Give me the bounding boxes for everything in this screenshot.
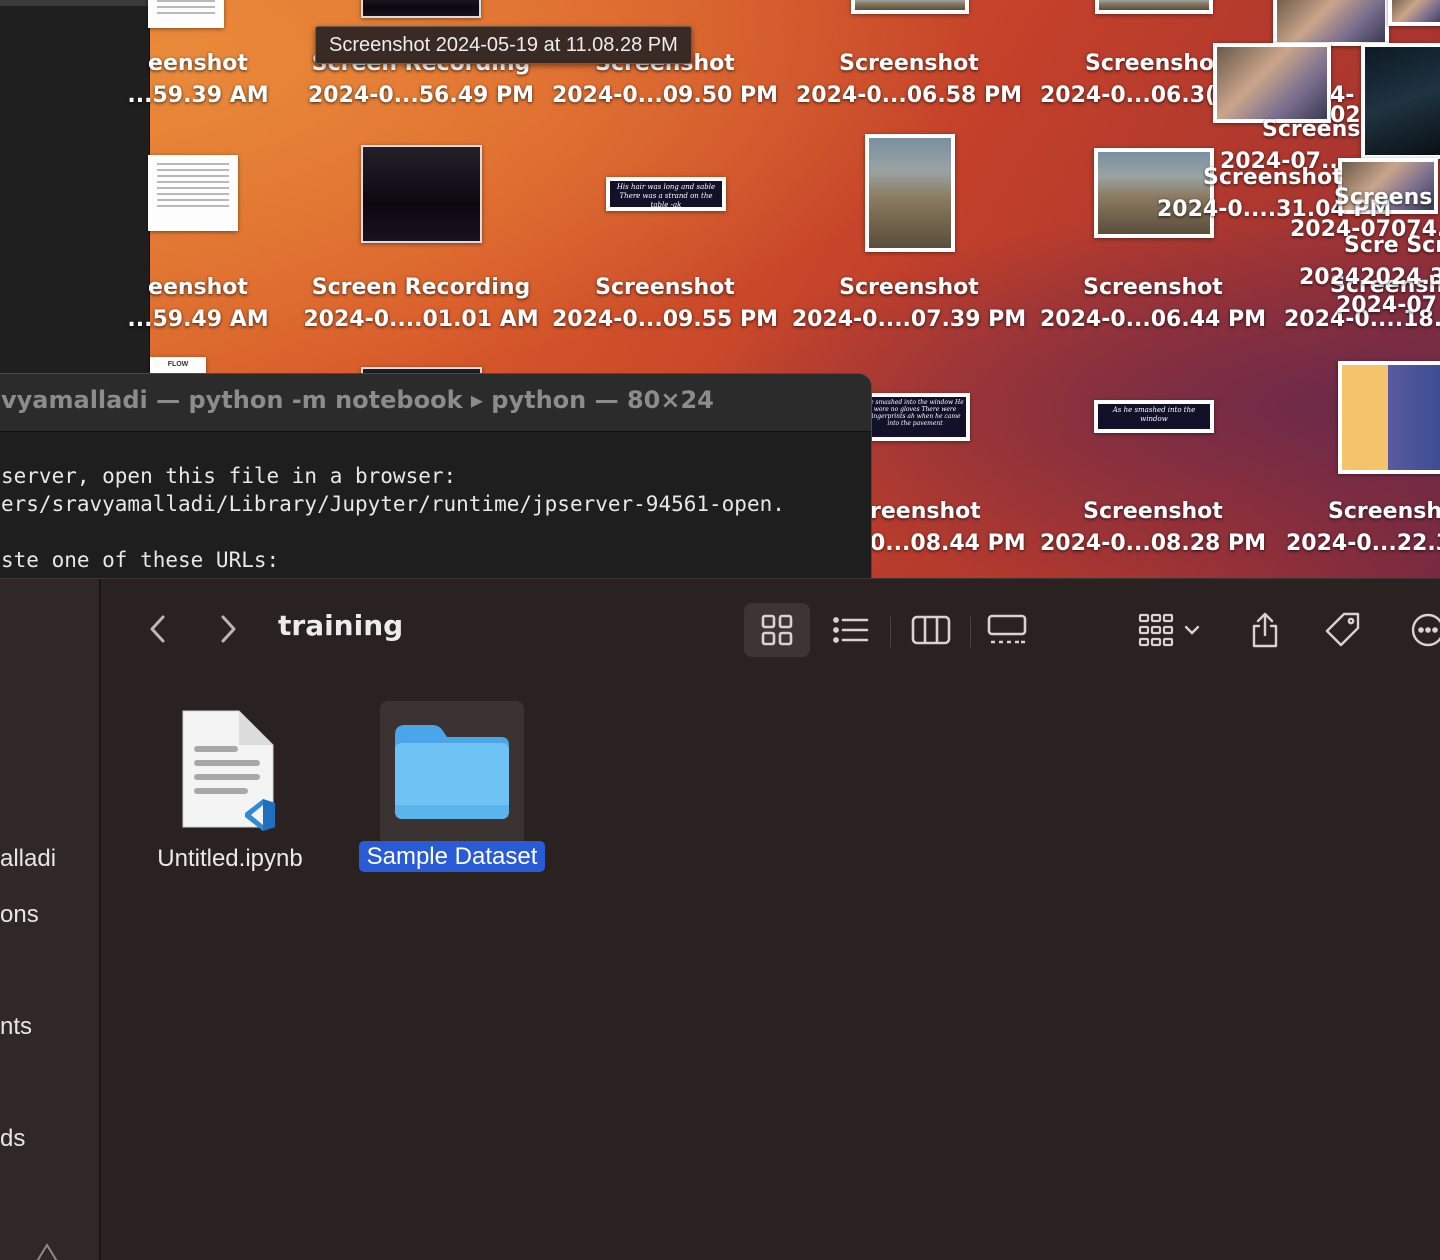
desktop-file-thumbnail[interactable]: As he smashed into the window xyxy=(1094,400,1214,433)
desktop-file-thumbnail[interactable] xyxy=(361,0,481,18)
terminal-output[interactable]: server, open this file in a browser: ers/… xyxy=(1,462,785,574)
thumbnail-text: His hair was long and sable There was a … xyxy=(616,183,716,209)
sidebar-item-home[interactable]: alladi xyxy=(0,845,56,873)
desktop-file-date[interactable]: ...59.49 AM xyxy=(78,304,318,336)
thumbnail-text: FLOW xyxy=(167,361,189,368)
desktop-file-name[interactable]: Screensh xyxy=(1328,496,1440,528)
desktop-file-thumbnail[interactable] xyxy=(361,145,482,243)
terminal-title: vyamalladi — python -m notebook ▸ python… xyxy=(1,386,714,414)
desktop-file-label[interactable]: 2024-07 xyxy=(1336,290,1440,322)
folder-title: training xyxy=(278,609,404,642)
folder-icon xyxy=(391,719,513,823)
desktop-file-date[interactable]: 2024-0...22.3 xyxy=(1286,528,1440,560)
desktop-file-label[interactable]: Screenshot xyxy=(1203,162,1353,194)
desktop-file-thumbnail[interactable]: His hair was long and sable There was a … xyxy=(606,177,726,211)
columns-icon xyxy=(911,615,951,645)
desktop-file-name[interactable]: Screensho xyxy=(1033,48,1217,80)
more-actions-button[interactable] xyxy=(1406,603,1440,657)
desktop-file-name[interactable]: reenshot xyxy=(870,496,980,528)
desktop-file-date[interactable]: 2024-0...56.49 PM xyxy=(301,80,541,112)
terminal-titlebar[interactable]: vyamalladi — python -m notebook ▸ python… xyxy=(0,374,871,432)
terminal-window[interactable]: vyamalladi — python -m notebook ▸ python… xyxy=(0,373,872,580)
terminal-line: server, open this file in a browser: xyxy=(1,464,457,488)
gallery-view-button[interactable] xyxy=(980,603,1034,657)
sidebar-item-documents[interactable]: nts xyxy=(0,1013,32,1041)
desktop-file-thumbnail[interactable] xyxy=(1273,0,1389,46)
desktop-file-label[interactable]: Screens xyxy=(1334,182,1440,214)
desktop-file-date[interactable]: 2024-0...06.3( xyxy=(1040,80,1220,112)
tag-icon xyxy=(1325,612,1360,647)
share-button[interactable] xyxy=(1244,603,1286,657)
notebook-file-icon xyxy=(175,707,285,833)
chevron-right-icon xyxy=(221,615,236,643)
chevron-left-icon xyxy=(150,615,165,643)
desktop-file-thumbnail[interactable] xyxy=(1361,43,1440,159)
thumbnail-text: he smashed into the window He wore no gl… xyxy=(866,399,964,427)
icon-view-button[interactable] xyxy=(744,603,810,657)
desktop-file-date[interactable]: 0...08.44 PM xyxy=(870,528,1030,560)
forward-button[interactable] xyxy=(212,611,244,647)
desktop-file-name[interactable]: Screen Recording xyxy=(301,272,541,304)
warning-icon xyxy=(34,1243,60,1260)
desktop-file-thumbnail[interactable] xyxy=(148,0,224,28)
desktop-file-thumbnail[interactable] xyxy=(1213,43,1331,123)
desktop-file-label[interactable]: Scre Scr xyxy=(1344,230,1440,262)
desktop-file-date[interactable]: 2024-0...09.55 PM xyxy=(545,304,785,336)
chevron-down-icon xyxy=(1184,625,1200,635)
desktop-file-thumbnail[interactable] xyxy=(865,134,955,252)
desktop-file-name[interactable]: Screenshot xyxy=(789,272,1029,304)
finder-sidebar: alladi ons nts ds xyxy=(0,579,101,1260)
desktop-file-date[interactable]: 2024-0....07.39 PM xyxy=(789,304,1029,336)
finder-window[interactable]: alladi ons nts ds training Untitled.ipyn… xyxy=(0,578,1440,1260)
desktop-file-name[interactable]: Screenshot xyxy=(789,48,1029,80)
desktop-file-label[interactable]: Screens xyxy=(1262,114,1362,146)
desktop-file-name[interactable]: Screenshot xyxy=(1033,272,1273,304)
thumbnail-text: As he smashed into the window xyxy=(1112,406,1196,423)
terminal-line: ste one of these URLs: xyxy=(1,548,280,572)
toolbar-divider xyxy=(890,617,891,647)
desktop-file-thumbnail[interactable] xyxy=(1095,0,1213,14)
tags-button[interactable] xyxy=(1320,603,1366,657)
desktop-file-name[interactable]: eenshot xyxy=(78,272,318,304)
group-by-button[interactable] xyxy=(1128,603,1210,657)
share-icon xyxy=(1252,612,1278,648)
desktop-file-thumbnail[interactable] xyxy=(1388,0,1440,26)
desktop-file-date[interactable]: 2024-0...08.28 PM xyxy=(1033,528,1273,560)
desktop-file-date[interactable]: 2024-0...06.44 PM xyxy=(1033,304,1273,336)
list-view-button[interactable] xyxy=(826,603,876,657)
ellipsis-circle-icon xyxy=(1411,613,1440,647)
desktop-file-date[interactable]: 2024-0...06.58 PM xyxy=(789,80,1029,112)
desktop-file-name[interactable]: Screenshot xyxy=(545,272,785,304)
grouped-grid-icon xyxy=(1138,613,1174,647)
file-item-notebook[interactable]: Untitled.ipynb xyxy=(140,707,320,873)
file-name-tooltip: Screenshot 2024-05-19 at 11.08.28 PM xyxy=(315,26,692,64)
desktop: eenshot ...59.39 AM Screen Recording 202… xyxy=(0,0,1440,580)
gallery-icon xyxy=(987,614,1027,644)
list-icon xyxy=(833,617,869,643)
sidebar-item-applications[interactable]: ons xyxy=(0,901,39,929)
desktop-file-thumbnail[interactable]: he smashed into the window He wore no gl… xyxy=(860,393,970,441)
desktop-file-name[interactable]: eenshot xyxy=(78,48,318,80)
file-name-selected: Sample Dataset xyxy=(358,841,546,872)
desktop-file-name[interactable]: Screenshot xyxy=(1033,496,1273,528)
desktop-file-thumbnail[interactable] xyxy=(1338,361,1440,474)
desktop-file-thumbnail[interactable] xyxy=(148,155,238,231)
file-name: Untitled.ipynb xyxy=(157,845,303,872)
desktop-file-date[interactable]: ...59.39 AM xyxy=(78,80,318,112)
column-view-button[interactable] xyxy=(904,603,958,657)
back-button[interactable] xyxy=(142,611,174,647)
desktop-file-date[interactable]: 2024-0....01.01 AM xyxy=(301,304,541,336)
sidebar-item-downloads[interactable]: ds xyxy=(0,1125,25,1153)
grid-icon xyxy=(761,614,793,646)
desktop-file-date[interactable]: 2024-0...09.50 PM xyxy=(545,80,785,112)
toolbar-divider xyxy=(970,617,971,647)
file-item-folder[interactable]: Sample Dataset xyxy=(352,719,552,872)
terminal-line: ers/sravyamalladi/Library/Jupyter/runtim… xyxy=(1,492,785,516)
desktop-file-thumbnail[interactable] xyxy=(851,0,969,14)
